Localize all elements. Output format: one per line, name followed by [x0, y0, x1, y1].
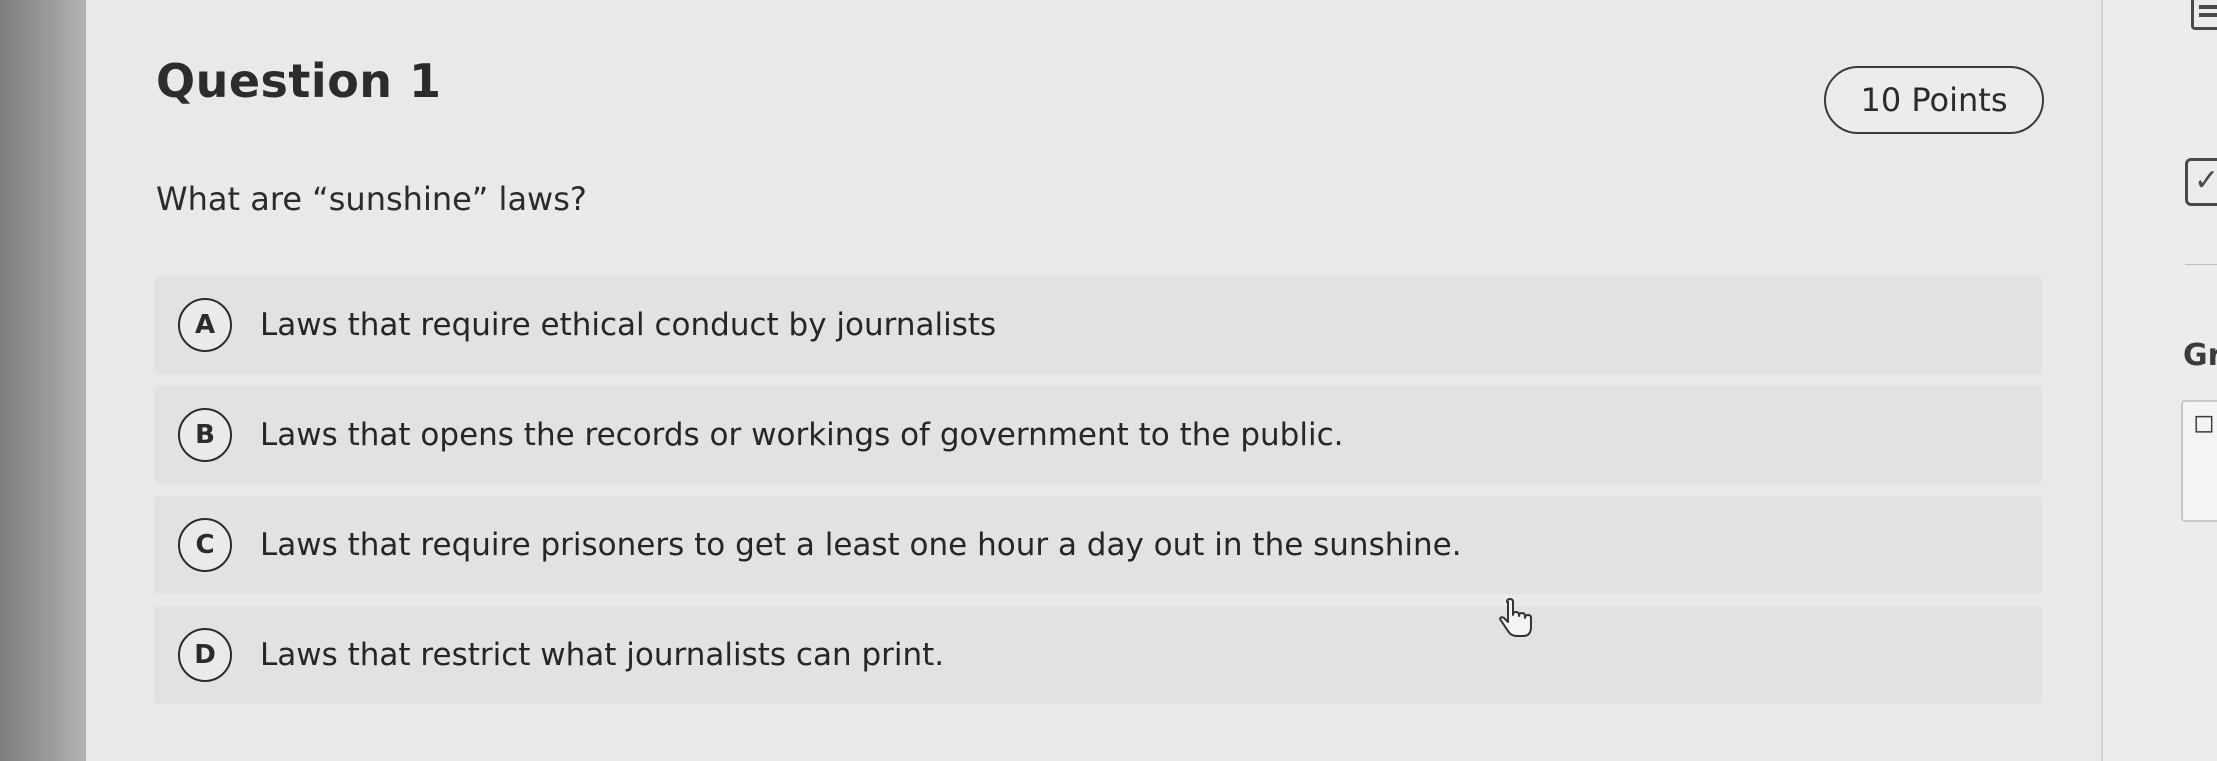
points-badge: 10 Points	[1824, 66, 2044, 134]
grade-box: ◻	[2181, 400, 2217, 522]
question-prompt: What are “sunshine” laws?	[156, 180, 587, 218]
answer-option-d[interactable]: D Laws that restrict what journalists ca…	[154, 606, 2042, 704]
checklist-icon[interactable]: ✓	[2185, 158, 2217, 206]
answer-letter-badge[interactable]: B	[178, 408, 232, 462]
sidebar-divider	[2185, 264, 2217, 265]
right-sidebar: ✓ Gr ◻	[2101, 0, 2217, 761]
answer-letter-badge[interactable]: C	[178, 518, 232, 572]
answer-option-b[interactable]: B Laws that opens the records or working…	[154, 386, 2042, 484]
left-margin-shade	[0, 0, 86, 761]
answer-letter-badge[interactable]: A	[178, 298, 232, 352]
question-title: Question 1	[156, 54, 442, 108]
hand-cursor-icon	[1499, 598, 1532, 637]
answer-text: Laws that require ethical conduct by jou…	[260, 307, 997, 343]
grid-icon[interactable]	[2191, 0, 2217, 30]
answer-text: Laws that require prisoners to get a lea…	[260, 527, 1462, 563]
grade-label: Gr	[2183, 338, 2217, 373]
answer-text: Laws that restrict what journalists can …	[260, 637, 945, 673]
answer-letter-badge[interactable]: D	[178, 628, 232, 682]
answer-option-c[interactable]: C Laws that require prisoners to get a l…	[154, 496, 2042, 594]
answer-text: Laws that opens the records or workings …	[260, 417, 1344, 453]
answer-option-a[interactable]: A Laws that require ethical conduct by j…	[154, 276, 2042, 374]
grade-box-glyph: ◻	[2193, 408, 2215, 438]
